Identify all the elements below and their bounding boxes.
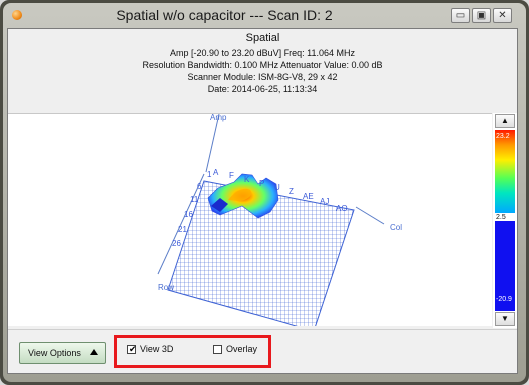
col-label: AJ — [320, 197, 329, 206]
col-axis-line — [355, 206, 385, 225]
plot-title: Spatial — [245, 32, 280, 44]
amp-axis-label: Amp — [210, 114, 227, 122]
row-label: 26 — [172, 239, 181, 248]
col-label: AO — [336, 204, 348, 213]
row-label: 11 — [190, 195, 199, 204]
scanner-module-info: Scanner Module: ISM-8G-V8, 29 x 42 — [187, 72, 338, 82]
color-gradient-bar — [495, 130, 515, 213]
col-label: A — [213, 168, 219, 177]
col-label: Z — [289, 187, 294, 196]
col-label: F — [229, 171, 234, 180]
amp-freq-info: Amp [-20.90 to 23.20 dBuV] Freq: 11.064 … — [170, 48, 355, 58]
col-label: AE — [303, 192, 314, 201]
view-3d-label: View 3D — [140, 344, 174, 354]
scale-down-button[interactable]: ▼ — [495, 312, 515, 326]
view-options-label: View Options — [28, 348, 81, 358]
row-label: 21 — [178, 225, 187, 234]
plot-canvas: Amp Row Col A F K P U Z AE AJ AO 1 6 11 … — [157, 114, 402, 326]
restore-button[interactable]: ▣ — [472, 8, 491, 23]
scan-date-info: Date: 2014-06-25, 11:13:34 — [207, 84, 318, 94]
col-label: U — [274, 183, 280, 192]
bandwidth-attenuator-info: Resolution Bandwidth: 0.100 MHz Attenuat… — [142, 60, 383, 70]
col-label: P — [259, 179, 264, 188]
view-options-button[interactable]: View Options — [19, 342, 106, 364]
client-area: Spatial Amp [-20.90 to 23.20 dBuV] Freq:… — [7, 28, 518, 374]
overlay-label: Overlay — [226, 344, 258, 354]
view-3d-checkbox[interactable]: ✔ — [127, 344, 137, 354]
color-scale: ▲ 23.2 2.5 -20.9 ▼ — [493, 113, 517, 328]
triangle-up-icon — [90, 349, 98, 355]
overlay-checkbox[interactable] — [213, 345, 222, 354]
scale-max-label: 23.2 — [496, 133, 510, 140]
window-title: Spatial w/o capacitor --- Scan ID: 2 — [116, 7, 333, 23]
scan-info-header: Spatial Amp [-20.90 to 23.20 dBuV] Freq:… — [8, 29, 517, 113]
title-bar[interactable]: Spatial w/o capacitor --- Scan ID: 2 ▭ ▣… — [3, 3, 526, 29]
scale-mid-label: 2.5 — [496, 214, 506, 221]
amp-axis-line — [205, 114, 220, 173]
col-label: K — [244, 175, 250, 184]
spatial-scan-window: Spatial w/o capacitor --- Scan ID: 2 ▭ ▣… — [0, 0, 529, 385]
close-button[interactable]: ✕ — [493, 8, 512, 23]
scale-min-label: -20.9 — [496, 296, 512, 303]
minimize-button[interactable]: ▭ — [451, 8, 470, 23]
row-label: 6 — [197, 182, 202, 191]
row-label: 16 — [184, 210, 193, 219]
bottom-toolbar: View Options ✔ View 3D Overlay — [8, 329, 517, 373]
scale-up-button[interactable]: ▲ — [495, 114, 515, 128]
spatial-3d-plot[interactable]: Amp Row Col A F K P U Z AE AJ AO 1 6 11 … — [8, 113, 492, 326]
row-label: 1 — [207, 170, 212, 179]
col-axis-label: Col — [390, 223, 402, 232]
checkmark-icon: ✔ — [129, 344, 137, 354]
